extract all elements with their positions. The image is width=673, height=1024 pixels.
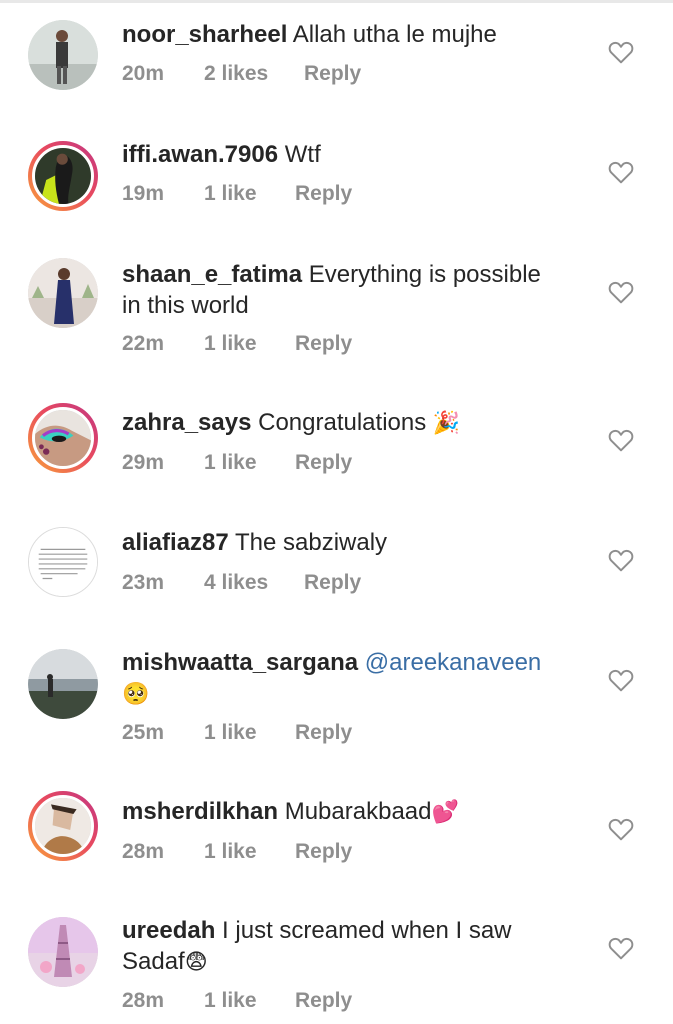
comment-username[interactable]: shaan_e_fatima <box>122 261 302 288</box>
reply-button[interactable]: Reply <box>295 182 352 206</box>
comment-meta: 25m 1 like Reply <box>122 721 352 745</box>
comment-time: 29m <box>122 451 165 474</box>
comment-likes[interactable]: 2 likes <box>204 62 304 86</box>
comment-time: 28m <box>122 989 165 1012</box>
comment-likes[interactable]: 1 like <box>204 840 295 864</box>
avatar-image <box>28 258 98 328</box>
avatar[interactable] <box>28 791 98 861</box>
comment-likes[interactable]: 1 like <box>204 451 295 475</box>
comment-time: 23m <box>122 571 165 594</box>
avatar[interactable] <box>28 527 98 597</box>
heart-outline-icon[interactable] <box>608 817 634 841</box>
avatar[interactable] <box>28 403 98 473</box>
comment-body: I just screamed when I saw <box>222 917 512 944</box>
comment-text: ureedah I just screamed when I saw Sadaf… <box>122 915 592 978</box>
comment-meta: 28m 1 like Reply <box>122 840 352 864</box>
comment-username[interactable]: ureedah <box>122 917 215 944</box>
comment-body: Congratulations <box>258 409 427 436</box>
party-popper-emoji: 🎉 <box>432 411 461 436</box>
comment-text: mishwaatta_sargana @areekanaveen 🥺 <box>122 647 592 710</box>
top-divider <box>0 0 673 3</box>
comment-text: msherdilkhan Mubarakbaad💕 <box>122 796 592 828</box>
comment-time: 22m <box>122 332 165 355</box>
avatar-image <box>28 649 98 719</box>
comment-body: Mubarakbaad <box>284 798 432 825</box>
comment-likes[interactable]: 1 like <box>204 721 295 745</box>
comment-meta: 29m 1 like Reply <box>122 451 352 475</box>
avatar-image <box>28 20 98 90</box>
mention-link[interactable]: @areekanaveen <box>365 649 541 676</box>
comment-username[interactable]: noor_sharheel <box>122 21 287 48</box>
avatar[interactable] <box>28 141 98 211</box>
comment-likes[interactable]: 1 like <box>204 989 295 1013</box>
avatar[interactable] <box>28 20 98 90</box>
comment-time: 28m <box>122 840 165 863</box>
reply-button[interactable]: Reply <box>295 721 352 745</box>
reply-button[interactable]: Reply <box>295 332 352 356</box>
comment-username[interactable]: zahra_says <box>122 409 251 436</box>
comment-meta: 20m 2 likes Reply <box>122 62 361 86</box>
avatar-image <box>35 798 91 854</box>
heart-outline-icon[interactable] <box>608 936 634 960</box>
two-hearts-emoji: 💕 <box>431 800 459 825</box>
comment-likes[interactable]: 1 like <box>204 182 295 206</box>
comment-username[interactable]: mishwaatta_sargana <box>122 649 358 676</box>
avatar[interactable] <box>28 258 98 328</box>
comment-username[interactable]: msherdilkhan <box>122 798 278 825</box>
comment-text: shaan_e_fatima Everything is possible in… <box>122 259 592 321</box>
comment-body: Wtf <box>284 141 321 168</box>
comment-time: 25m <box>122 721 165 744</box>
heart-outline-icon[interactable] <box>608 160 634 184</box>
comment-meta: 28m 1 like Reply <box>122 989 352 1013</box>
comment-body: The sabziwaly <box>234 529 388 556</box>
fearful-face-emoji: 😨 <box>184 950 208 975</box>
comment-likes[interactable]: 1 like <box>204 332 295 356</box>
comment-text: zahra_says Congratulations 🎉 <box>122 407 592 439</box>
comment-body-line2: Sadaf <box>122 948 185 975</box>
comment-username[interactable]: iffi.awan.7906 <box>122 141 278 168</box>
heart-outline-icon[interactable] <box>608 428 634 452</box>
heart-outline-icon[interactable] <box>608 280 634 304</box>
heart-outline-icon[interactable] <box>608 40 634 64</box>
reply-button[interactable]: Reply <box>295 840 352 864</box>
comment-time: 19m <box>122 182 165 205</box>
comment-username[interactable]: aliafiaz87 <box>122 529 229 556</box>
comment-time: 20m <box>122 62 165 85</box>
comment-meta: 23m 4 likes Reply <box>122 571 361 595</box>
avatar[interactable] <box>28 649 98 719</box>
avatar-image <box>35 410 91 466</box>
comment-meta: 19m 1 like Reply <box>122 182 352 206</box>
avatar-image <box>28 917 98 987</box>
avatar[interactable] <box>28 917 98 987</box>
avatar-image <box>35 148 91 204</box>
comment-text: aliafiaz87 The sabziwaly <box>122 527 592 558</box>
reply-button[interactable]: Reply <box>295 989 352 1013</box>
pleading-face-emoji: 🥺 <box>122 682 150 707</box>
comment-body-line2: in this world <box>122 292 249 319</box>
comment-text: iffi.awan.7906 Wtf <box>122 139 592 170</box>
reply-button[interactable]: Reply <box>295 451 352 475</box>
comment-body: Allah utha le mujhe <box>292 21 497 48</box>
comment-body: Everything is possible <box>308 261 541 288</box>
heart-outline-icon[interactable] <box>608 548 634 572</box>
heart-outline-icon[interactable] <box>608 668 634 692</box>
reply-button[interactable]: Reply <box>304 571 361 595</box>
avatar-image <box>29 528 97 596</box>
comment-likes[interactable]: 4 likes <box>204 571 304 595</box>
comment-meta: 22m 1 like Reply <box>122 332 352 356</box>
reply-button[interactable]: Reply <box>304 62 361 86</box>
comment-text: noor_sharheel Allah utha le mujhe <box>122 19 592 50</box>
